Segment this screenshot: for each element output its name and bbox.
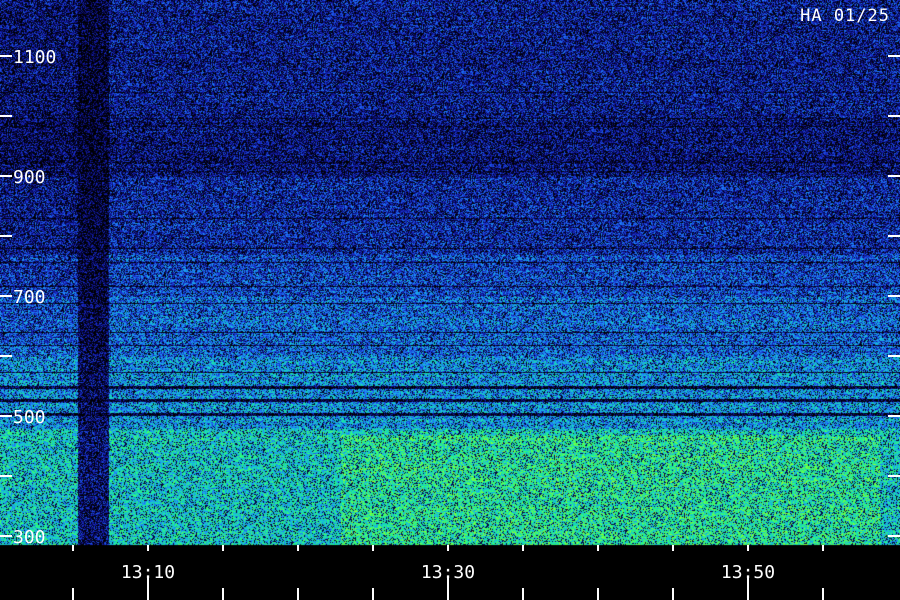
y-tick-label: 700: [13, 287, 46, 308]
axes-overlay: 300 500 700 900 1100 13:10 13:30 13:50: [0, 47, 900, 600]
y-tick-label: 300: [13, 527, 46, 548]
x-tick-label: 13:30: [421, 562, 475, 583]
y-tick-label: 1100: [13, 47, 56, 68]
x-tick-label: 13:10: [121, 562, 175, 583]
y-axis-labels: 300 500 700 900 1100: [13, 47, 56, 548]
y-axis-ticks-right: [888, 55, 900, 537]
y-tick-label: 900: [13, 167, 46, 188]
x-axis-labels: 13:10 13:30 13:50: [121, 562, 775, 583]
y-axis-ticks-left: [0, 55, 12, 537]
chart-stamp: HA 01/25: [800, 6, 890, 26]
x-tick-label: 13:50: [721, 562, 775, 583]
y-tick-label: 500: [13, 407, 46, 428]
